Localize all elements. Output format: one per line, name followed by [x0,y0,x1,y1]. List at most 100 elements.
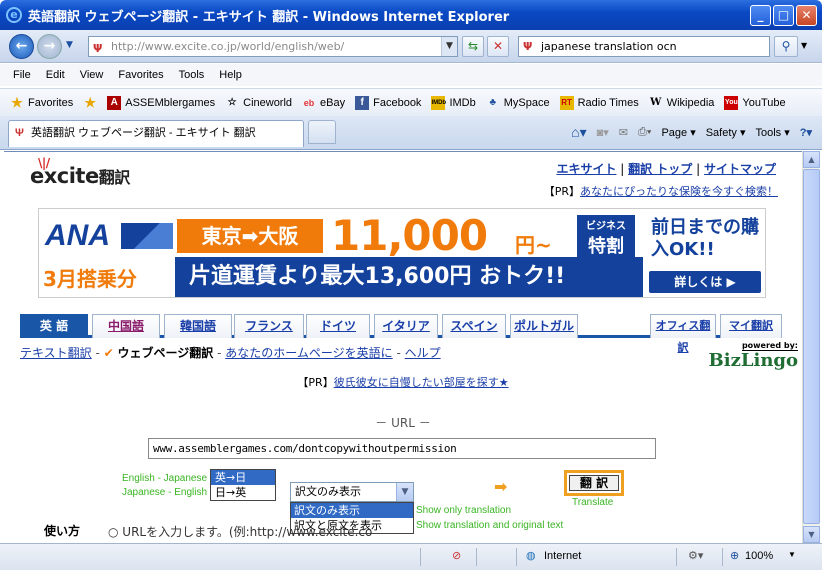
search-go-button[interactable]: ⚲ [774,36,798,57]
protected-mode-icon[interactable]: ⚙▾ [688,549,703,562]
search-input[interactable]: Ψ japanese translation ocn [518,36,770,57]
display-mode-select[interactable]: 訳文のみ表示 ▼ [290,482,414,502]
favorites-center-button[interactable]: ★ Favorites [10,95,73,110]
direction-option-en-ja[interactable]: 英→日 [211,470,275,485]
address-bar[interactable]: Ψ http://www.excite.co.jp/world/english/… [88,36,458,57]
privacy-report-icon[interactable]: ⊘ [452,549,461,562]
zoom-level[interactable]: 100% [745,550,773,562]
tab-portuguese-link[interactable]: ポルトガル [514,319,574,333]
fav-item-assemblergames[interactable]: A ASSEMblergames [107,95,215,110]
ana-banner-ad[interactable]: ANA 3月搭乗分 東京➡大阪 11,000 円~ ビジネス 特割 片道運賃より… [38,208,766,298]
tab-italian-link[interactable]: イタリア [382,319,430,333]
link-excite[interactable]: エキサイト [556,162,616,176]
link-text-translate[interactable]: テキスト翻訳 [20,346,92,360]
menu-file[interactable]: File [13,69,31,81]
scroll-down-icon[interactable]: ▼ [803,526,820,543]
fav-item-myspace[interactable]: ♣ MySpace [486,96,549,110]
back-button[interactable]: ← [9,34,34,59]
tab-french-link[interactable]: フランス [245,319,293,333]
link-help[interactable]: ヘルプ [405,346,441,360]
tab-spanish[interactable]: スペイン [442,314,506,338]
internet-zone-icon: ◍ [526,550,536,562]
tab-korean[interactable]: 韓国語 [164,314,232,338]
window-title: 英語翻訳 ウェブページ翻訳 - エキサイト 翻訳 - Windows Inter… [28,9,510,25]
zoom-dropdown-icon[interactable]: ▼ [788,550,796,559]
scroll-thumb[interactable] [803,169,820,524]
fav-item-ebay[interactable]: eb eBay [302,96,345,110]
tab-portuguese[interactable]: ポルトガル [510,314,578,338]
radiotimes-icon: RT [559,95,574,110]
direction-option-ja-en[interactable]: 日→英 [211,485,275,500]
feeds-icon[interactable]: ◙▾ [597,126,609,139]
page-menu[interactable]: Page ▾ [661,126,695,139]
tab-korean-link[interactable]: 韓国語 [180,319,216,333]
dropdown-arrow-icon[interactable]: ▼ [396,483,413,501]
scroll-up-icon[interactable]: ▲ [803,151,820,168]
tab-german-link[interactable]: ドイツ [320,319,356,333]
facebook-icon: f [355,95,370,110]
tools-menu-label: Tools [755,126,782,139]
tab-active[interactable]: Ψ 英語翻訳 ウェブページ翻訳 - エキサイト 翻訳 [8,120,304,147]
tab-my-link[interactable]: マイ翻訳 [729,319,773,332]
fav-item-youtube[interactable]: You YouTube [724,95,786,110]
cineworld-star-icon: ☆ [227,96,237,108]
tab-chinese[interactable]: 中国語 [92,314,160,338]
pr-link-insurance[interactable]: あなたにぴったりな保険を今すぐ検索！ [580,185,778,198]
search-options-icon[interactable]: ▼ [801,41,807,50]
tab-chinese-link[interactable]: 中国語 [108,319,144,333]
tab-english[interactable]: 英 語 [20,314,88,338]
fav-item-wikipedia[interactable]: W Wikipedia [649,96,714,110]
tools-menu[interactable]: Tools ▾ [755,126,789,139]
banner-right-text: 前日までの購入OK!! [651,217,759,260]
zoom-icon[interactable]: ⊕ [730,549,739,562]
status-divider [476,548,477,566]
tab-italian[interactable]: イタリア [374,314,438,338]
minimize-button[interactable]: _ [750,5,771,26]
menu-edit[interactable]: Edit [46,69,65,81]
forward-button[interactable]: → [37,34,62,59]
add-favorite-button[interactable]: ★ [83,95,101,110]
maximize-button[interactable]: □ [773,5,794,26]
link-sitemap[interactable]: サイトマップ [704,162,776,176]
new-tab-button[interactable] [308,120,336,144]
fav-item-radiotimes[interactable]: RT Radio Times [559,95,639,110]
url-heading: － URL － [375,416,431,430]
mode-option-translation-only[interactable]: 訳文のみ表示 [291,503,413,518]
read-mail-icon[interactable]: ✉ [619,126,628,139]
top-links: エキサイト | 翻訳 トップ | サイトマップ [556,162,776,176]
stop-button[interactable]: ✕ [487,36,509,57]
tab-my-translate[interactable]: マイ翻訳 [720,314,782,338]
fav-item-imdb[interactable]: IMDb IMDb [431,95,476,110]
menu-help[interactable]: Help [219,69,242,81]
menu-view[interactable]: View [80,69,104,81]
banner-brand: ANA [45,219,110,252]
menu-favorites[interactable]: Favorites [118,69,163,81]
refresh-button[interactable]: ⇆ [462,36,484,57]
print-icon[interactable]: ⎙▾ [638,126,651,139]
recent-pages-dropdown-icon[interactable]: ▼ [66,40,73,50]
link-translate-top[interactable]: 翻訳 トップ [628,162,692,176]
checkmark-icon: ✔ [103,346,114,360]
translate-button[interactable]: 翻 訳 [564,470,624,496]
tab-french[interactable]: フランス [234,314,304,338]
direction-listbox[interactable]: 英→日 日→英 [210,469,276,501]
menu-tools[interactable]: Tools [179,69,205,81]
home-icon[interactable]: ⌂▾ [571,124,586,141]
fav-label: Facebook [373,96,422,109]
tab-german[interactable]: ドイツ [306,314,370,338]
fav-item-facebook[interactable]: f Facebook [355,95,422,110]
url-input[interactable]: www.assemblergames.com/dontcopywithoutpe… [148,438,656,459]
excite-logo[interactable]: \|/ excite翻訳 [30,156,130,188]
tab-spanish-link[interactable]: スペイン [450,319,497,333]
vertical-scrollbar[interactable]: ▲ ▼ [802,151,820,543]
banner-details-button[interactable]: 詳しくは ▶ [649,271,761,293]
fav-item-cineworld[interactable]: ☆ Cineworld [225,96,292,110]
safety-menu[interactable]: Safety ▾ [706,126,746,139]
bizlingo-logo[interactable]: powered by: BizLingo [702,338,798,371]
pr-link-room[interactable]: 彼氏彼女に自慢したい部屋を探す★ [334,376,509,389]
address-dropdown-icon[interactable]: ▼ [441,37,457,56]
link-homepage-to-english[interactable]: あなたのホームページを英語に [225,346,392,360]
tab-office-translate[interactable]: オフィス翻訳 [650,314,716,354]
close-button[interactable]: ✕ [796,5,817,26]
help-icon[interactable]: ?▾ [800,126,812,139]
